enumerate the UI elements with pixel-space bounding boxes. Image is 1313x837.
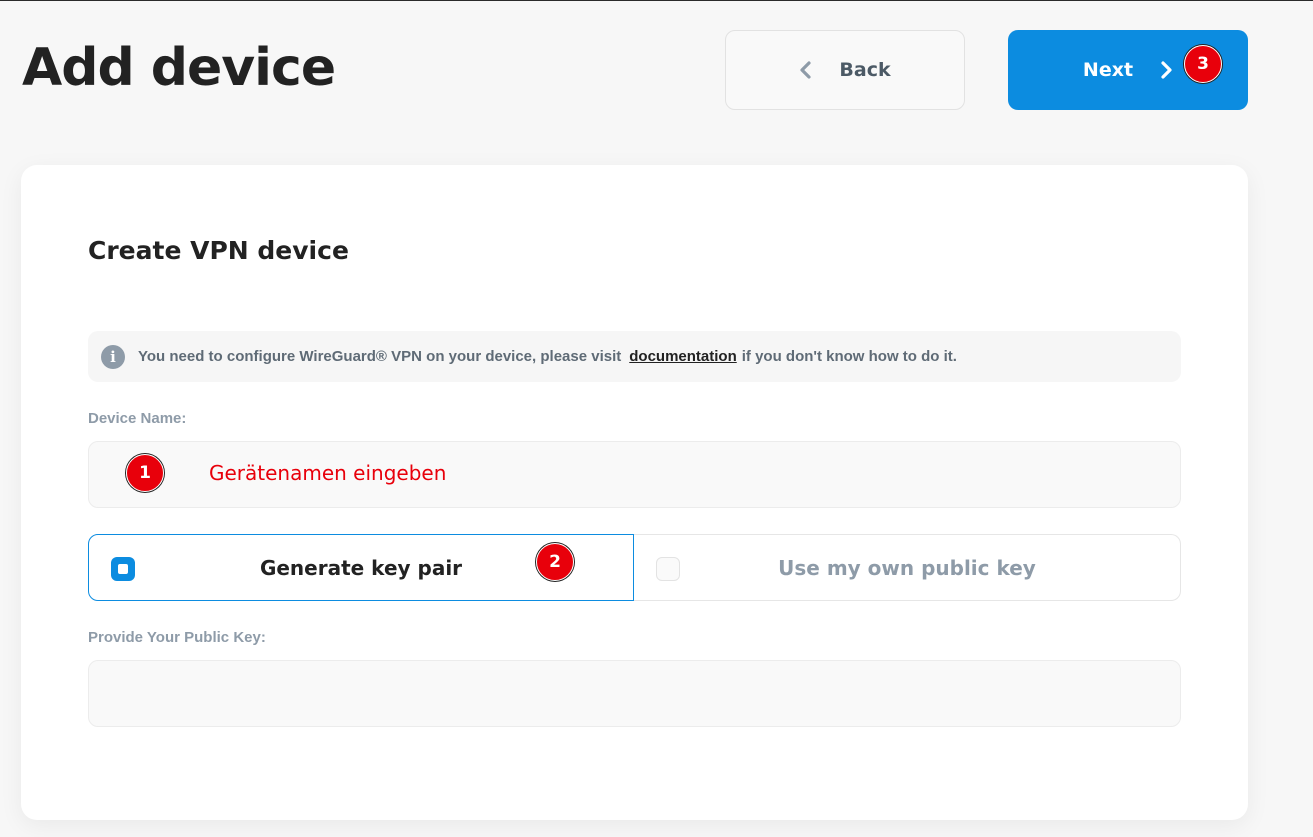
back-button-label: Back <box>839 59 891 81</box>
public-key-input[interactable] <box>88 660 1181 727</box>
documentation-link[interactable]: documentation <box>629 348 737 365</box>
info-banner: i You need to configure WireGuard® VPN o… <box>88 331 1181 382</box>
device-name-label: Device Name: <box>88 410 187 427</box>
next-button-label: Next <box>1082 59 1134 81</box>
chevron-right-icon <box>1161 61 1173 79</box>
public-key-label: Provide Your Public Key: <box>88 629 266 646</box>
annotation-marker-1: 1 <box>126 454 164 492</box>
create-device-card: Create VPN device i You need to configur… <box>21 165 1248 820</box>
chevron-left-icon <box>799 61 811 79</box>
own-public-key-option[interactable]: Use my own public key <box>634 534 1181 601</box>
info-text-before: You need to configure WireGuard® VPN on … <box>138 348 622 365</box>
annotation-marker-2: 2 <box>536 543 574 581</box>
page-title: Add device <box>22 38 336 98</box>
info-icon: i <box>101 344 125 369</box>
back-button[interactable]: Back <box>725 30 965 110</box>
info-text-after: if you don't know how to do it. <box>741 348 957 365</box>
top-border <box>0 0 1313 1</box>
section-title: Create VPN device <box>88 236 349 265</box>
annotation-marker-3: 3 <box>1184 45 1222 83</box>
own-public-key-label: Use my own public key <box>778 555 1036 580</box>
annotation-note-1: Gerätenamen eingeben <box>209 461 447 485</box>
